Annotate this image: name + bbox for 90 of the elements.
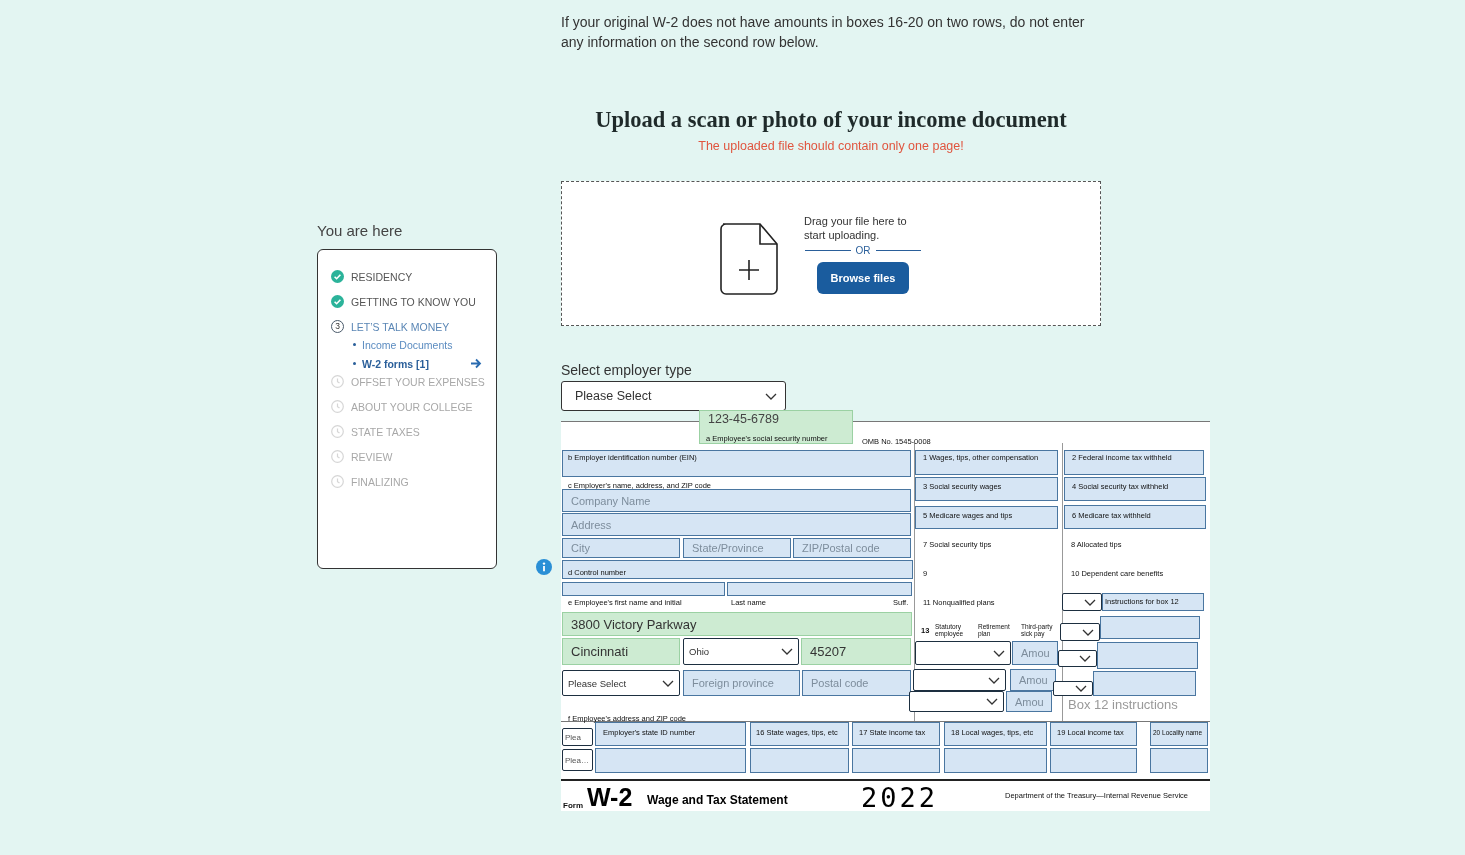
- employer-type-dropdown[interactable]: Please Select: [561, 381, 786, 411]
- or-text: OR: [855, 244, 871, 256]
- input-field[interactable]: [1064, 505, 1206, 529]
- input-field[interactable]: City: [562, 538, 680, 558]
- input-field[interactable]: [595, 748, 746, 773]
- chevron-down-icon: [993, 649, 1005, 657]
- form-label: Wage and Tax Statement: [647, 793, 788, 807]
- input-field[interactable]: 45207: [801, 638, 911, 665]
- input-field[interactable]: Address: [562, 513, 911, 536]
- input-field[interactable]: [1150, 722, 1208, 746]
- input-field[interactable]: Cincinnati: [562, 638, 680, 665]
- input-field[interactable]: [1150, 748, 1208, 773]
- input-field[interactable]: [1050, 748, 1137, 773]
- input-field[interactable]: Amou: [1006, 691, 1052, 712]
- input-field[interactable]: [915, 450, 1058, 475]
- instruction-text: If your original W-2 does not have amounts in boxes 16-20 on two rows, do not enter any information on the second row below.: [561, 13, 1086, 52]
- input-field[interactable]: [595, 722, 746, 746]
- input-field[interactable]: [750, 748, 849, 773]
- bullet-icon: [353, 362, 356, 365]
- input-field[interactable]: [1100, 616, 1200, 639]
- chevron-down-icon: [1079, 655, 1091, 662]
- substep-link[interactable]: Income Documents: [362, 338, 453, 351]
- field-label: Select employer type: [561, 362, 693, 378]
- input-field[interactable]: Postal code: [802, 670, 911, 696]
- dropdown[interactable]: Plea: [562, 728, 593, 746]
- browse-files-button[interactable]: Browse files: [817, 261, 909, 294]
- input-field[interactable]: Amou: [1010, 669, 1056, 691]
- dropdown[interactable]: [1058, 650, 1097, 667]
- input-field[interactable]: [944, 748, 1047, 773]
- warning-text: The uploaded file should contain only one page!: [697, 138, 965, 154]
- drop-text: Drag your file here to start uploading.: [804, 213, 908, 242]
- input-field[interactable]: [1050, 722, 1137, 746]
- dropdown[interactable]: Ohio: [683, 638, 799, 665]
- input-field[interactable]: [915, 506, 1058, 529]
- chevron-down-icon: [765, 392, 777, 400]
- placeholder-text: Box 12 instructions: [1068, 697, 1178, 712]
- input-field[interactable]: [1064, 450, 1204, 475]
- upload-title: Upload a scan or photo of your income document: [594, 107, 1068, 133]
- substep-link[interactable]: W-2 forms [1]: [362, 357, 429, 370]
- step-label[interactable]: ABOUT YOUR COLLEGE: [351, 400, 473, 413]
- info-icon[interactable]: [536, 559, 552, 575]
- input-field[interactable]: [562, 560, 913, 579]
- progress-heading: You are here: [317, 223, 404, 239]
- input-field[interactable]: Amou: [1012, 641, 1058, 665]
- chevron-down-icon: [1075, 685, 1087, 692]
- input-field[interactable]: [915, 477, 1058, 501]
- dropdown[interactable]: [1053, 681, 1093, 696]
- dropdown[interactable]: Plea…: [562, 749, 593, 771]
- input-field[interactable]: Foreign province: [683, 670, 800, 696]
- input-field[interactable]: [852, 722, 940, 746]
- input-field[interactable]: [1097, 642, 1198, 669]
- input-field[interactable]: [562, 582, 725, 596]
- input-field[interactable]: State/Province: [683, 538, 791, 558]
- bullet-icon: [353, 343, 356, 346]
- step-label[interactable]: REVIEW: [351, 450, 393, 463]
- dropdown[interactable]: [915, 641, 1011, 665]
- input-field[interactable]: [944, 722, 1047, 746]
- form-label: W-2: [587, 783, 633, 811]
- dropdown[interactable]: [1062, 593, 1102, 611]
- input-field[interactable]: [852, 748, 940, 773]
- dropdown[interactable]: [913, 669, 1006, 691]
- drop-zone[interactable]: Drag your file here to start uploading. OR Browse files: [561, 181, 1101, 326]
- arrow-right-icon: [470, 358, 482, 369]
- step-label[interactable]: RESIDENCY: [351, 270, 413, 283]
- input-field[interactable]: [727, 582, 912, 596]
- form-label: Form: [563, 801, 583, 810]
- chevron-down-icon: [781, 648, 793, 655]
- step-label[interactable]: OFFSET YOUR EXPENSES: [351, 375, 485, 388]
- input-field[interactable]: [562, 450, 911, 477]
- chevron-down-icon: [988, 676, 1000, 684]
- dropdown[interactable]: Please Select: [562, 670, 680, 696]
- file-plus-icon: [720, 222, 778, 295]
- chevron-down-icon: [662, 679, 674, 687]
- chevron-down-icon: [986, 698, 998, 705]
- form-label: 2022: [861, 783, 939, 813]
- chevron-down-icon: [1084, 598, 1096, 606]
- input-field[interactable]: ZIP/Postal code: [793, 538, 911, 558]
- step-label[interactable]: FINALIZING: [351, 475, 409, 488]
- input-field[interactable]: [1093, 671, 1196, 696]
- chevron-down-icon: [1082, 628, 1094, 636]
- dropdown[interactable]: [1060, 623, 1100, 641]
- input-field[interactable]: [1064, 477, 1206, 501]
- input-field[interactable]: Company Name: [562, 489, 911, 512]
- input-field[interactable]: [750, 722, 849, 746]
- step-label[interactable]: STATE TAXES: [351, 425, 420, 438]
- input-field[interactable]: [1102, 593, 1204, 611]
- step-label[interactable]: LET’S TALK MONEY: [351, 320, 450, 333]
- input-field[interactable]: 3800 Victory Parkway: [562, 612, 912, 636]
- step-label[interactable]: GETTING TO KNOW YOU: [351, 295, 476, 308]
- dropdown[interactable]: [909, 691, 1004, 712]
